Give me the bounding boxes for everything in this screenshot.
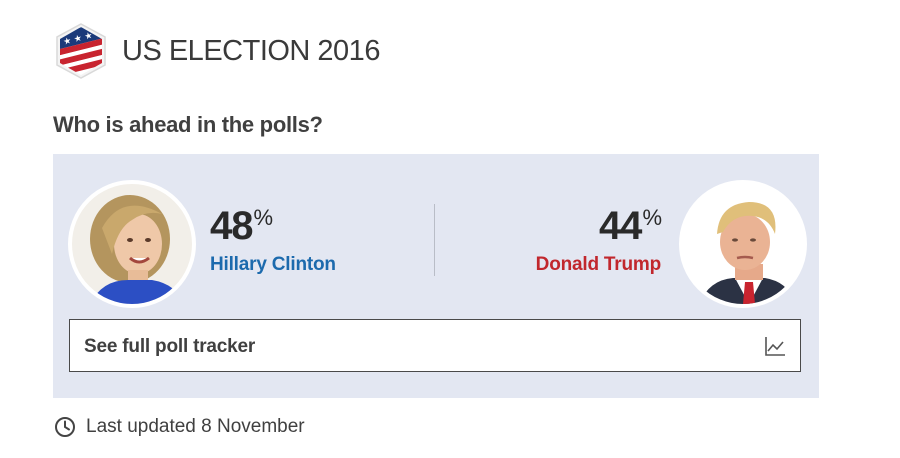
- clock-icon: [55, 417, 75, 437]
- poll-tracker-label: See full poll tracker: [84, 336, 256, 357]
- clinton-percent: 48%: [210, 204, 273, 248]
- clinton-name: Hillary Clinton: [210, 254, 336, 275]
- candidates-divider: [434, 204, 435, 276]
- line-chart-icon: [765, 337, 785, 356]
- see-poll-tracker-button[interactable]: See full poll tracker: [69, 319, 801, 372]
- last-updated: Last updated 8 November: [54, 416, 305, 438]
- poll-question-heading: Who is ahead in the polls?: [53, 112, 323, 137]
- trump-result: 44% Donald Trump: [535, 204, 662, 276]
- election-header: ★ ★ ★ US ELECTION 2016: [52, 22, 380, 80]
- poll-panel: 48% Hillary Clinton 44% Donald Trump See…: [53, 154, 819, 398]
- last-updated-text: Last updated 8 November: [86, 416, 305, 437]
- trump-percent: 44%: [598, 204, 662, 248]
- clinton-result: 48% Hillary Clinton: [210, 206, 336, 276]
- donald-trump-portrait: [679, 180, 807, 308]
- us-flag-shield-icon: ★ ★ ★: [56, 23, 106, 79]
- hillary-clinton-portrait: [68, 180, 196, 308]
- trump-name: Donald Trump: [535, 254, 662, 275]
- election-title: US ELECTION 2016: [122, 34, 380, 67]
